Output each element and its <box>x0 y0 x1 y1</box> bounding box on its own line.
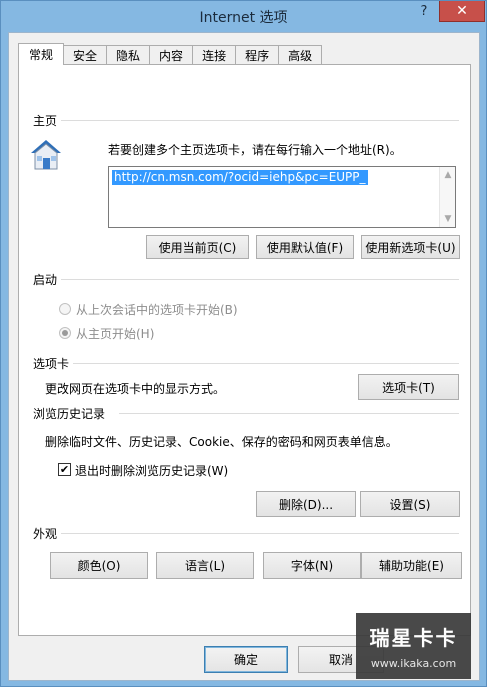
tab-programs[interactable]: 程序 <box>236 45 280 65</box>
home-page-url-text: http://cn.msn.com/?ocid=iehp&pc=EUPP_ <box>112 170 368 185</box>
watermark-overlay: 瑞星卡卡 www.ikaka.com <box>356 613 471 679</box>
close-button[interactable]: ✕ <box>439 1 485 22</box>
browsing-history-description: 删除临时文件、历史记录、Cookie、保存的密码和网页表单信息。 <box>45 435 398 449</box>
ok-button[interactable]: 确定 <box>204 646 288 673</box>
languages-button[interactable]: 语言(L) <box>156 552 254 579</box>
use-default-button[interactable]: 使用默认值(F) <box>256 235 354 259</box>
scroll-down-arrow-icon[interactable]: ▼ <box>440 212 456 226</box>
use-current-page-button[interactable]: 使用当前页(C) <box>146 235 249 259</box>
colors-button[interactable]: 颜色(O) <box>50 552 148 579</box>
general-tab-panel: 主页 若要创建多个主页选项卡，请在每行输入一个地址(R)。 http://cn.… <box>18 64 471 636</box>
history-settings-button[interactable]: 设置(S) <box>360 491 460 517</box>
delete-history-on-exit-checkbox[interactable]: ✔ <box>58 463 71 476</box>
tabs-settings-button[interactable]: 选项卡(T) <box>358 374 459 400</box>
watermark-logo: 瑞星卡卡 <box>369 626 458 650</box>
title-bar[interactable]: Internet 选项 ? ✕ <box>1 1 486 31</box>
appearance-heading: 外观 <box>33 527 58 541</box>
fonts-button[interactable]: 字体(N) <box>263 552 361 579</box>
tab-security[interactable]: 安全 <box>64 45 108 65</box>
tab-general[interactable]: 常规 <box>18 43 65 65</box>
startup-home-page-label: 从主页开始(H) <box>76 327 155 341</box>
startup-home-page-radio[interactable] <box>59 327 71 339</box>
tab-content[interactable]: 内容 <box>150 45 194 65</box>
scroll-up-arrow-icon[interactable]: ▲ <box>440 168 456 182</box>
startup-heading: 启动 <box>33 273 58 287</box>
startup-divider <box>61 279 459 280</box>
appearance-divider <box>61 533 459 534</box>
delete-history-on-exit-label: 退出时删除浏览历史记录(W) <box>75 464 229 478</box>
tab-connections[interactable]: 连接 <box>193 45 237 65</box>
browsing-history-divider <box>119 413 459 414</box>
tab-strip: 常规 安全 隐私 内容 连接 程序 高级 <box>18 43 323 65</box>
browsing-history-heading: 浏览历史记录 <box>33 407 106 421</box>
tabs-description: 更改网页在选项卡中的显示方式。 <box>45 382 226 396</box>
startup-last-session-radio[interactable] <box>59 303 71 315</box>
home-page-instruction: 若要创建多个主页选项卡，请在每行输入一个地址(R)。 <box>108 143 402 157</box>
url-vertical-scrollbar[interactable]: ▲ ▼ <box>439 167 455 227</box>
home-page-divider <box>61 120 459 121</box>
tab-advanced[interactable]: 高级 <box>279 45 323 65</box>
help-button[interactable]: ? <box>412 1 436 22</box>
watermark-url: www.ikaka.com <box>370 657 457 670</box>
home-page-icon <box>31 140 61 170</box>
tabs-divider <box>73 363 459 364</box>
home-page-url-textarea[interactable]: http://cn.msn.com/?ocid=iehp&pc=EUPP_ ▲ … <box>108 166 456 228</box>
startup-last-session-label: 从上次会话中的选项卡开始(B) <box>76 303 238 317</box>
dialog-client-area: 常规 安全 隐私 内容 连接 程序 高级 主页 若要创建多个主页选项卡，请在每行… <box>8 32 480 681</box>
accessibility-button[interactable]: 辅助功能(E) <box>361 552 462 579</box>
tabs-heading: 选项卡 <box>33 357 70 371</box>
use-new-tab-button[interactable]: 使用新选项卡(U) <box>361 235 460 259</box>
home-page-heading: 主页 <box>33 114 58 128</box>
internet-options-window: Internet 选项 ? ✕ 常规 安全 隐私 内容 连接 程序 高级 主页 <box>0 0 487 687</box>
tab-privacy[interactable]: 隐私 <box>107 45 151 65</box>
delete-history-button[interactable]: 删除(D)... <box>256 491 356 517</box>
